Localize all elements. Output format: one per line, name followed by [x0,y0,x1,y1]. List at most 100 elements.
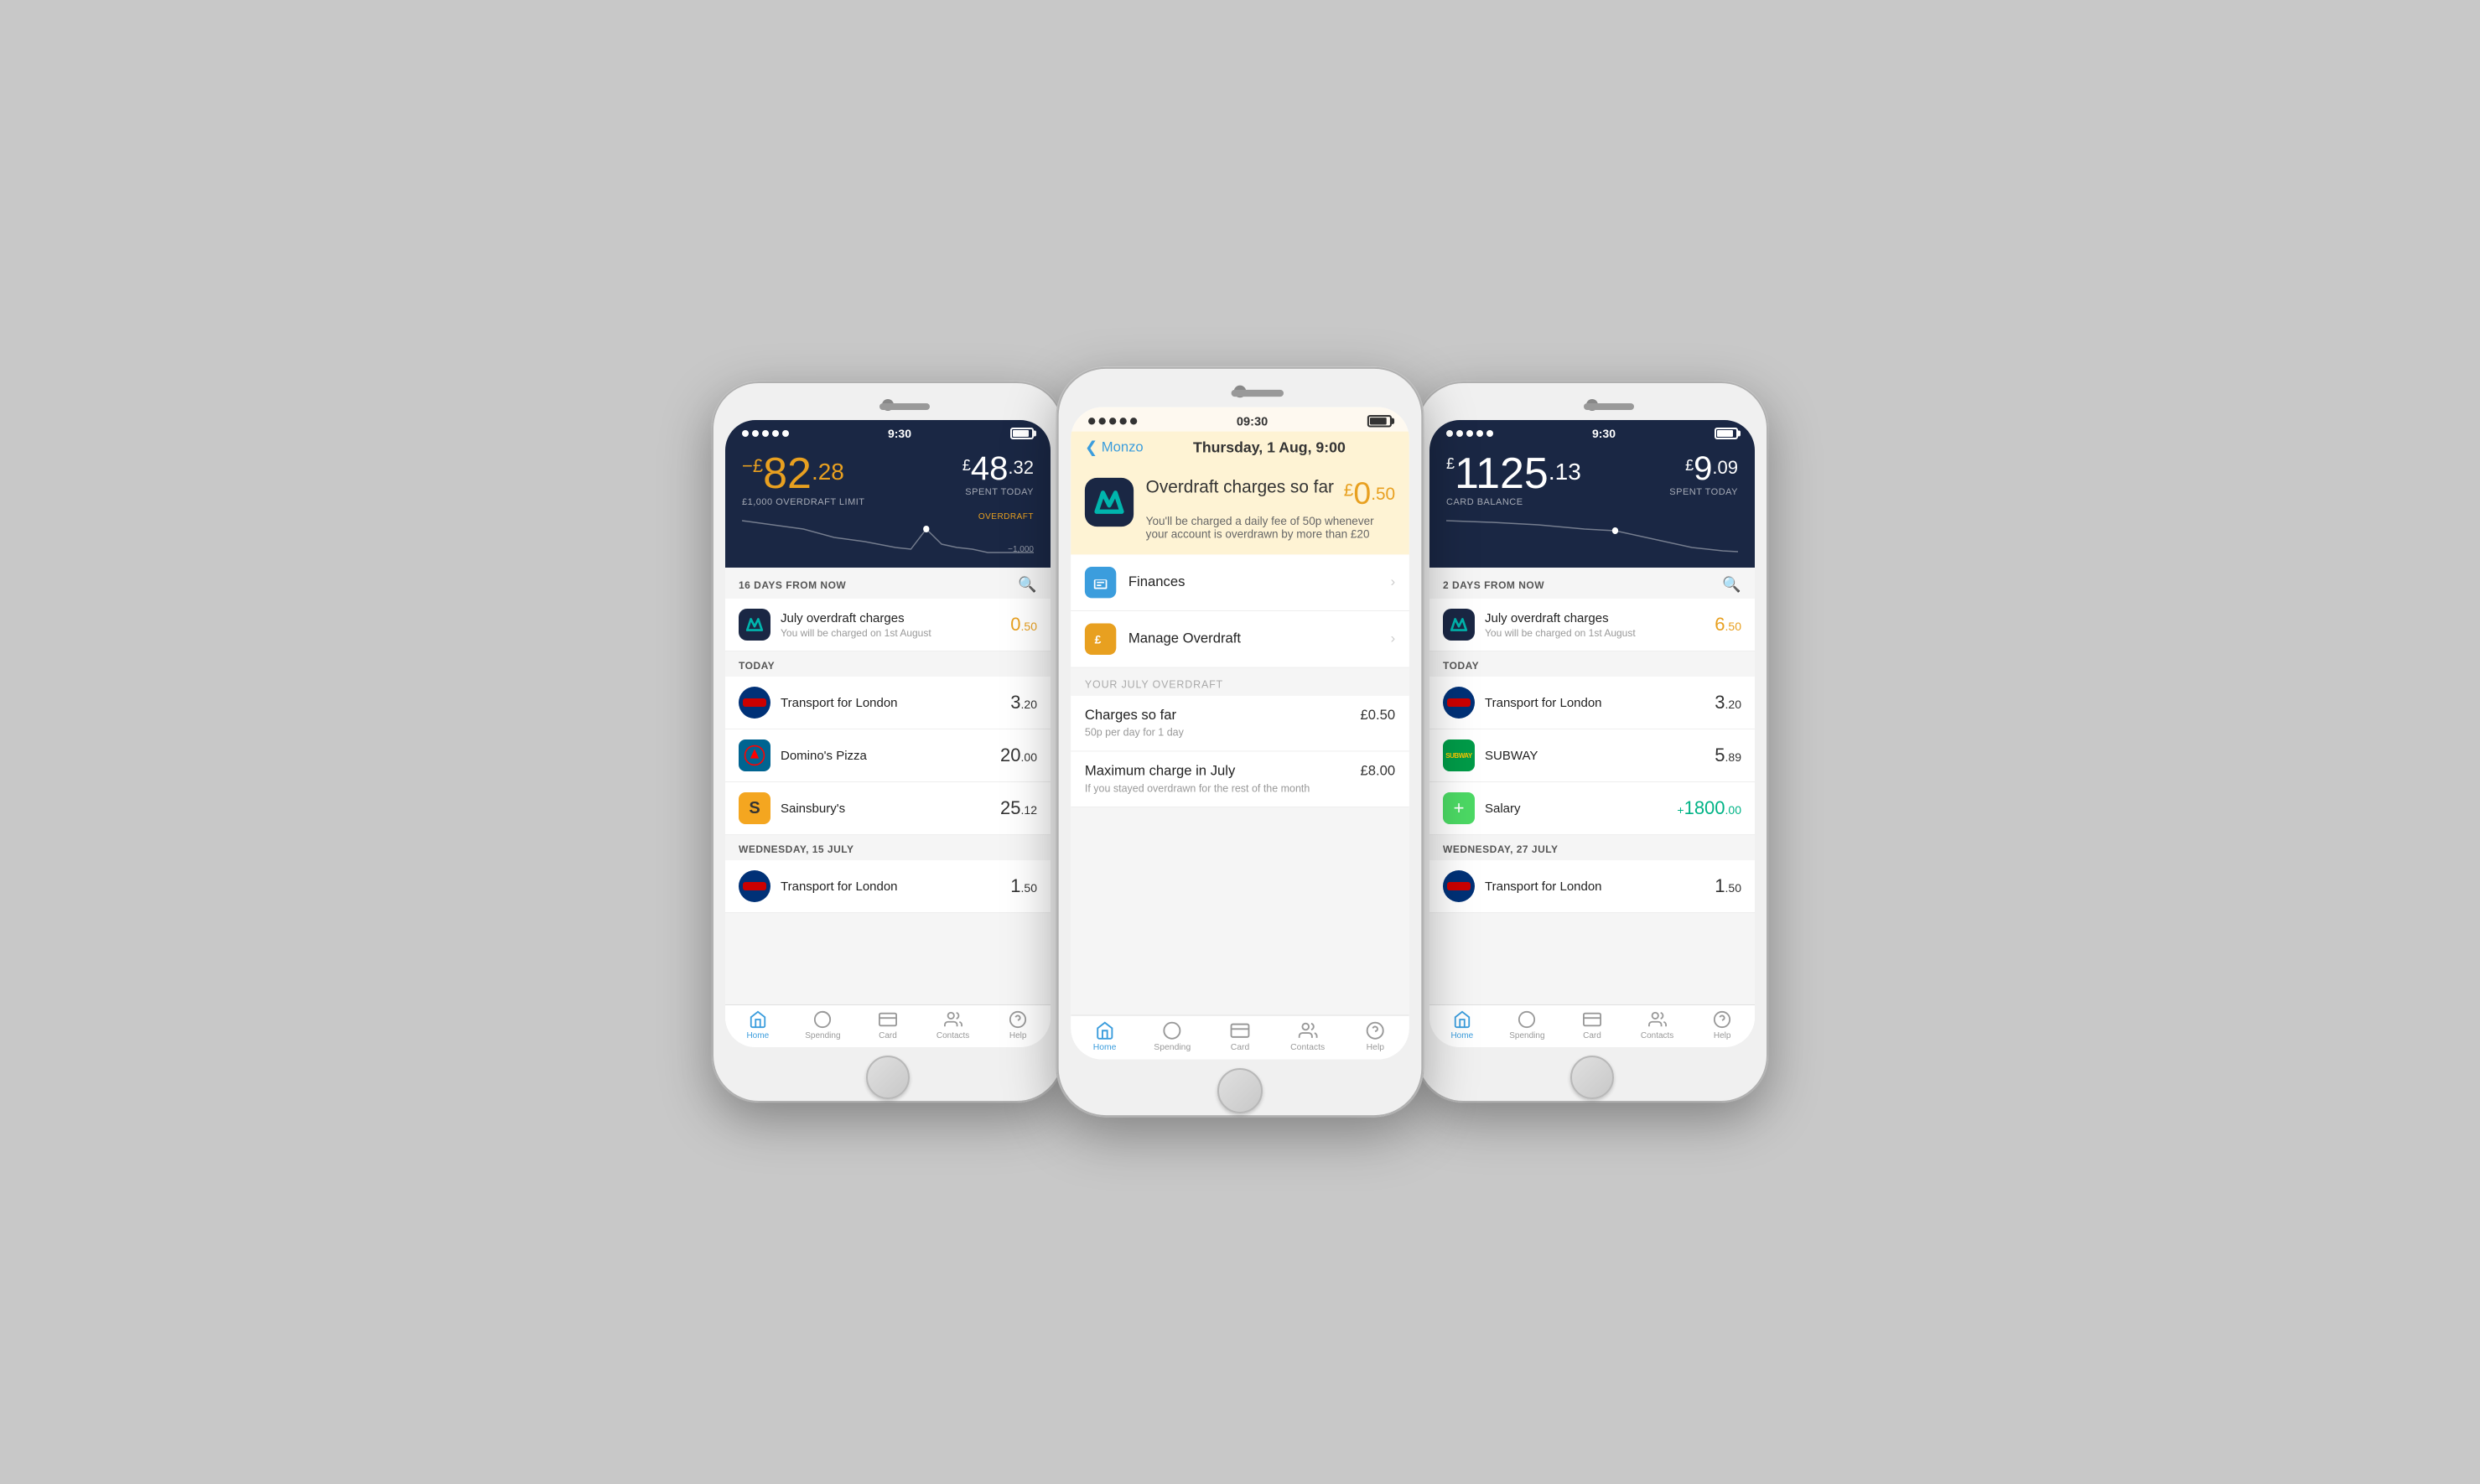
dominos-item-left[interactable]: Domino's Pizza 20.00 [725,729,1051,782]
tfl-amount-right-1: 3.20 [1715,692,1741,713]
phone-right: 9:30 £ 1125 .13 CARD BALANCE [1416,381,1768,1103]
dominos-logo [739,739,770,771]
overdraft-transaction-left[interactable]: July overdraft charges You will be charg… [725,599,1051,651]
nav-help-right[interactable]: Help [1689,1010,1755,1040]
overdraft-amount-left: 0.50 [1010,614,1037,636]
home-button-middle[interactable] [1217,1068,1263,1113]
manage-overdraft-item[interactable]: £ Manage Overdraft › [1071,611,1409,668]
header-right: £ 1125 .13 CARD BALANCE £ 9 .09 SPENT TO… [1429,444,1755,568]
speaker-middle [1232,390,1284,397]
nav-spending-left[interactable]: Spending [791,1010,856,1040]
monzo-logo-middle [1085,478,1134,527]
battery-mid [1367,415,1392,428]
nav-help-middle[interactable]: Help [1341,1021,1409,1052]
nav-contacts-left[interactable]: Contacts [921,1010,986,1040]
nav-header-middle: ❮ Monzo Thursday, 1 Aug, 9:00 Overdraft … [1071,432,1409,555]
nav-contacts-right[interactable]: Contacts [1625,1010,1690,1040]
section-wed-left: WEDNESDAY, 15 JULY [725,835,1051,860]
balance-integer: 82 [763,452,812,496]
balance-row-left: −£ 82 .28 £1,000 OVERDRAFT LIMIT £ 48 .3… [742,452,1034,507]
section-days-left: 16 DAYS FROM NOW 🔍 [725,568,1051,599]
back-arrow-icon: ❮ [1085,438,1098,457]
overdraft-transaction-right[interactable]: July overdraft charges You will be charg… [1429,599,1755,651]
salary-item-right[interactable]: + Salary +1800.00 [1429,782,1755,835]
phone-top-right [1429,395,1755,420]
balance-label: £1,000 OVERDRAFT LIMIT [742,497,865,507]
feed-middle: Finances › £ Manage Overdraft › YOUR JUL… [1071,554,1409,1014]
overdraft-info-right: July overdraft charges You will be charg… [1485,611,1715,639]
nav-spending-right[interactable]: Spending [1495,1010,1560,1040]
overdraft-sub: You'll be charged a daily fee of 50p whe… [1146,515,1395,541]
chevron-overdraft: › [1391,631,1396,647]
bottom-nav-right: Home Spending [1429,1004,1755,1047]
nav-help-left[interactable]: Help [985,1010,1051,1040]
status-time: 9:30 [888,427,911,440]
back-label[interactable]: Monzo [1102,440,1144,456]
subway-amount: 5.89 [1715,745,1741,766]
feed-left: 16 DAYS FROM NOW 🔍 July overdraft charge… [725,568,1051,1004]
tfl-item-right-2[interactable]: Transport for London 1.50 [1429,860,1755,913]
subway-item-right[interactable]: SUBWAY SUBWAY 5.89 [1429,729,1755,782]
finances-label: Finances [1128,574,1391,590]
status-time-mid: 09:30 [1237,414,1268,428]
nav-home-middle[interactable]: Home [1071,1021,1139,1052]
status-time-right: 9:30 [1592,427,1616,440]
phone-top-middle [1071,381,1409,407]
search-button-right[interactable]: 🔍 [1722,576,1741,594]
balance-decimal: .28 [812,459,844,485]
nav-home-left[interactable]: Home [725,1010,791,1040]
overdraft-info-left: July overdraft charges You will be charg… [781,611,1010,639]
overdraft-bottom: −1,000 [1008,545,1034,554]
tfl-item-left-2[interactable]: Transport for London 1.50 [725,860,1051,913]
chevron-finances: › [1391,574,1396,590]
nav-contacts-middle[interactable]: Contacts [1274,1021,1341,1052]
bottom-nav-left: Home Spending [725,1004,1051,1047]
chart-left: OVERDRAFT −1,000 [742,512,1034,554]
search-button-left[interactable]: 🔍 [1018,576,1037,594]
nav-spending-middle[interactable]: Spending [1139,1021,1206,1052]
status-bar-left: 9:30 [725,420,1051,444]
nav-title: Thursday, 1 Aug, 9:00 [1144,439,1395,457]
section-today-right: TODAY [1429,651,1755,677]
screen-middle: 09:30 ❮ Monzo Thursday, 1 Aug, 9:00 [1071,407,1409,1060]
battery-icon [1010,428,1034,439]
main-balance-right: £ 1125 .13 CARD BALANCE [1446,452,1581,507]
tfl-item-right-1[interactable]: Transport for London 3.20 [1429,677,1755,729]
spent-label-right: SPENT TODAY [1669,487,1738,497]
finances-item[interactable]: Finances › [1071,554,1409,611]
screen-right: 9:30 £ 1125 .13 CARD BALANCE [1429,420,1755,1047]
overdraft-tag: OVERDRAFT [978,512,1034,521]
main-balance: −£ 82 .28 £1,000 OVERDRAFT LIMIT [742,452,865,507]
monzo-logo-right [1443,609,1475,641]
finances-icon [1085,567,1116,598]
phone-middle: 09:30 ❮ Monzo Thursday, 1 Aug, 9:00 [1057,367,1424,1117]
overdraft-icon: £ [1085,624,1116,655]
section-days-right: 2 DAYS FROM NOW 🔍 [1429,568,1755,599]
charge-row-2: Maximum charge in July If you stayed ove… [1071,751,1409,807]
chart-right [1446,512,1738,554]
nav-card-middle[interactable]: Card [1206,1021,1274,1052]
phones-container: 9:30 −£ 82 .28 £1,000 OVERDRAFT LIMIT [678,348,1802,1136]
home-button-right[interactable] [1570,1056,1614,1099]
nav-home-right[interactable]: Home [1429,1010,1495,1040]
nav-card-left[interactable]: Card [855,1010,921,1040]
signal-dots [742,430,789,437]
overdraft-detail: Overdraft charges so far £ 0 .50 You'll … [1071,464,1409,554]
spent-today: £ 48 .32 SPENT TODAY [962,452,1034,497]
section-today-left: TODAY [725,651,1051,677]
phone-top-left [725,395,1051,420]
svg-text:£: £ [1095,632,1102,646]
sainsburys-item-left[interactable]: S Sainsbury's 25.12 [725,782,1051,835]
section-wed-right: WEDNESDAY, 27 JULY [1429,835,1755,860]
nav-card-right[interactable]: Card [1559,1010,1625,1040]
screen-left: 9:30 −£ 82 .28 £1,000 OVERDRAFT LIMIT [725,420,1051,1047]
speaker-left [879,403,930,410]
home-button-left[interactable] [866,1056,910,1099]
charge-row-1: Charges so far 50p per day for 1 day £0.… [1071,696,1409,752]
section-label-middle: YOUR JULY OVERDRAFT [1071,668,1409,696]
tfl-item-left-1[interactable]: Transport for London 3.20 [725,677,1051,729]
spent-today-right: £ 9 .09 SPENT TODAY [1669,452,1738,497]
monzo-logo-left [739,609,770,641]
salary-logo: + [1443,792,1475,824]
tfl-amount-right-2: 1.50 [1715,875,1741,897]
